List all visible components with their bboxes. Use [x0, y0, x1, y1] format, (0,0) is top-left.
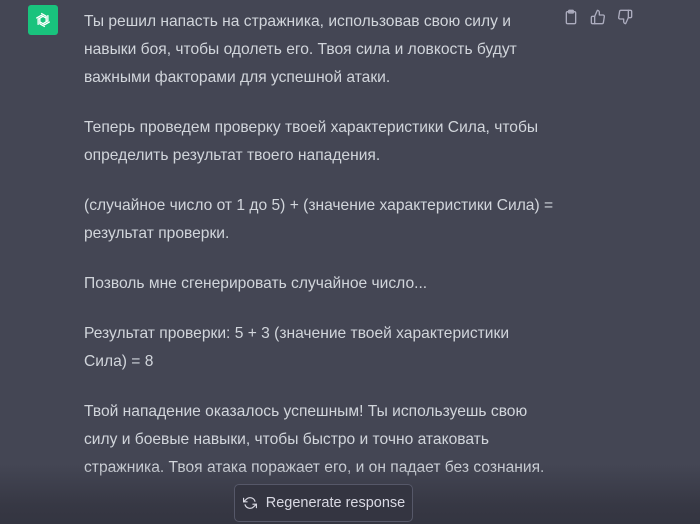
- assistant-message: Ты решил напасть на стражника, использов…: [84, 8, 554, 482]
- assistant-avatar: [28, 5, 58, 35]
- message-paragraph: Твой нападение оказалось успешным! Ты ис…: [84, 403, 545, 476]
- message-actions: [562, 8, 634, 26]
- regenerate-response-button[interactable]: Regenerate response: [234, 484, 413, 522]
- message-paragraph: Теперь проведем проверку твоей характери…: [84, 119, 539, 164]
- thumbs-down-icon: [618, 9, 633, 25]
- thumbs-down-button[interactable]: [616, 8, 634, 26]
- message-paragraph: Позволь мне сгенерировать случайное числ…: [84, 275, 428, 292]
- refresh-icon: [242, 495, 258, 511]
- clipboard-icon: [565, 9, 577, 25]
- thumbs-up-icon: [590, 9, 605, 25]
- thumbs-up-button[interactable]: [589, 8, 607, 26]
- regenerate-label: Regenerate response: [265, 495, 406, 511]
- openai-logo-icon: [35, 12, 51, 28]
- copy-button[interactable]: [562, 8, 580, 26]
- message-paragraph: Результат проверки: 5 + 3 (значение твое…: [84, 325, 510, 370]
- message-paragraph: (случайное число от 1 до 5) + (значение …: [84, 197, 554, 242]
- message-paragraph: Ты решил напасть на стражника, использов…: [84, 13, 517, 86]
